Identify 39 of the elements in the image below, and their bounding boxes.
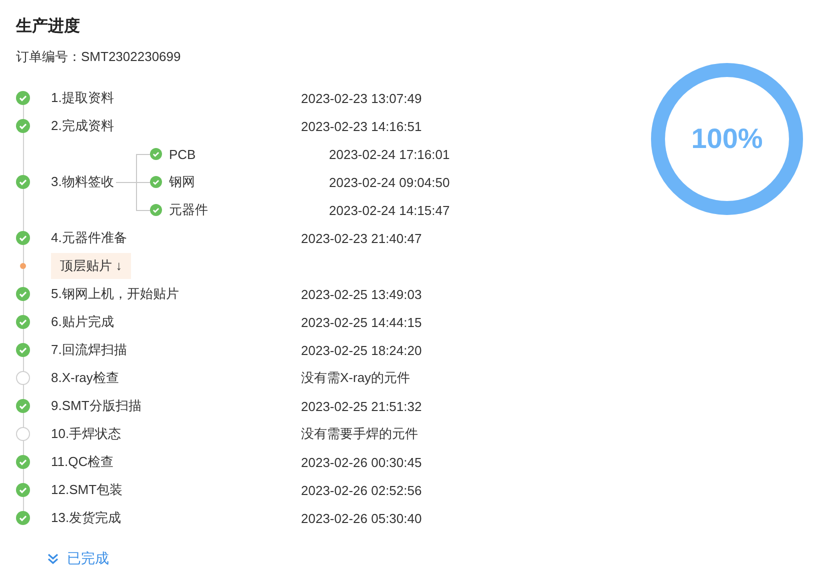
step-label: 1.提取资料 xyxy=(50,89,114,107)
current-step-tag: 顶层贴片 ↓ xyxy=(51,253,132,279)
step-label: 9.SMT分版扫描 xyxy=(50,397,142,415)
current-dot-icon xyxy=(20,263,26,269)
step-label: 7.回流焊扫描 xyxy=(50,341,127,359)
completed-link[interactable]: 已完成 xyxy=(47,545,109,573)
step-label: 5.钢网上机，开始贴片 xyxy=(50,285,179,303)
sub-step-label: 元器件 xyxy=(169,202,208,217)
sub-step-label: 钢网 xyxy=(169,174,195,189)
step-time: 2023-02-23 13:07:49 xyxy=(301,90,422,106)
page-title: 生产进度 xyxy=(16,17,80,37)
step-time: 2023-02-24 17:16:01 xyxy=(329,146,451,162)
step-time: 2023-02-26 05:30:40 xyxy=(301,510,422,526)
step-time: 2023-02-25 14:44:15 xyxy=(301,314,422,330)
step-label: 3.物料签收 xyxy=(51,173,114,191)
step-time: 2023-02-25 13:49:03 xyxy=(301,286,422,302)
step-label: 13.发货完成 xyxy=(50,509,122,527)
sub-step-label: PCB xyxy=(169,146,196,162)
step-time: 2023-02-26 02:52:56 xyxy=(301,482,422,498)
step-time: 没有需要手焊的元件 xyxy=(301,425,418,443)
step-label: 2.完成资料 xyxy=(50,117,114,135)
order-label: 订单编号： xyxy=(16,48,81,66)
step-time: 2023-02-25 18:24:20 xyxy=(301,342,422,358)
step-time: 2023-02-25 21:51:32 xyxy=(301,398,422,414)
step-time: 2023-02-26 00:30:45 xyxy=(301,454,422,470)
step-time: 2023-02-23 14:16:51 xyxy=(301,118,422,134)
step-label: 4.元器件准备 xyxy=(50,229,127,247)
step-time: 没有需X-ray的元件 xyxy=(301,369,410,387)
step-label: 11.QC检查 xyxy=(50,453,114,471)
progress-percent: 100% xyxy=(691,123,763,155)
order-number: SMT2302230699 xyxy=(81,48,181,66)
step-label: 10.手焊状态 xyxy=(50,425,122,443)
step-time: 2023-02-24 14:15:47 xyxy=(329,202,451,218)
step-time: 2023-02-24 09:04:50 xyxy=(329,174,451,190)
step-time: 2023-02-23 21:40:47 xyxy=(301,230,422,246)
step-label: 8.X-ray检查 xyxy=(50,369,119,387)
double-chevron-icon xyxy=(47,553,59,565)
step-label: 6.贴片完成 xyxy=(50,313,114,331)
step-label: 12.SMT包装 xyxy=(50,481,123,499)
